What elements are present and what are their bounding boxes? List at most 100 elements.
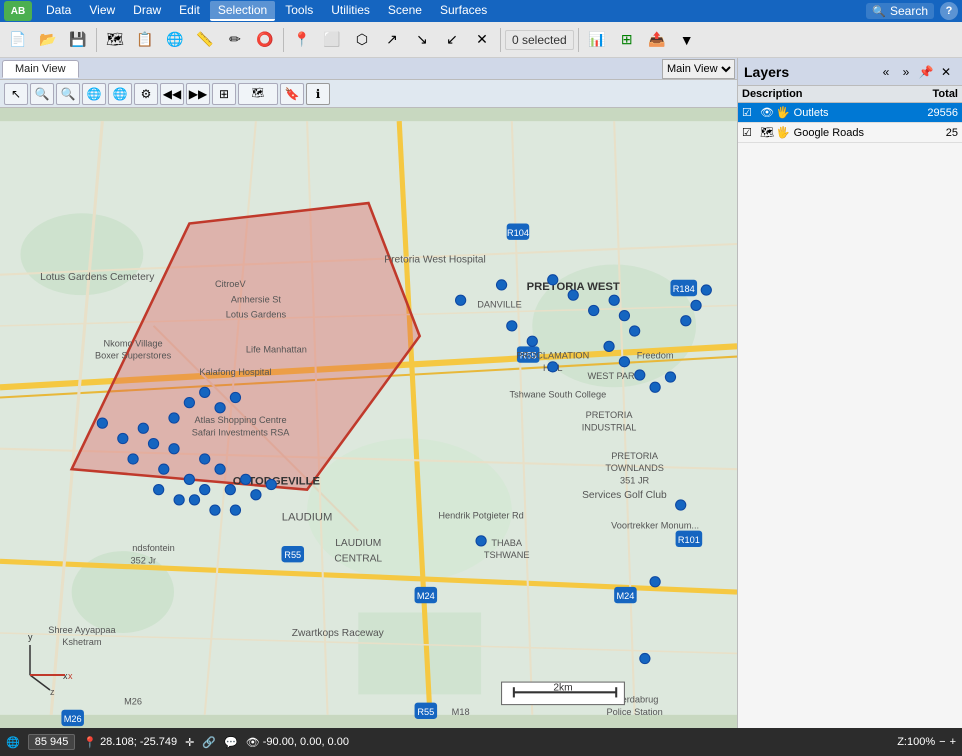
layers-nav-fwd[interactable]: » — [896, 62, 916, 82]
tab-main-view[interactable]: Main View — [2, 60, 79, 78]
svg-text:THABA: THABA — [491, 538, 523, 548]
layer-name-google-roads: Google Roads — [794, 127, 908, 139]
toolbar-export[interactable]: 📤 — [643, 26, 671, 54]
layers-pin[interactable]: 📌 — [916, 62, 936, 82]
map-zoom-in-plus[interactable]: 🔍 — [30, 83, 54, 105]
toolbar-sep-3 — [500, 28, 501, 52]
svg-text:Amhersie St: Amhersie St — [231, 294, 282, 304]
toolbar-open[interactable]: 📂 — [34, 26, 62, 54]
layer-hand-icon: 🖐 — [776, 106, 790, 119]
map-layer-control[interactable]: 🗺 — [238, 83, 278, 105]
menu-bar: AB Data View Draw Edit Selection Tools U… — [0, 0, 962, 22]
map-globe[interactable]: 🌐 — [82, 83, 106, 105]
svg-text:M24: M24 — [417, 591, 435, 601]
svg-text:Atlas Shopping Centre: Atlas Shopping Centre — [195, 415, 287, 425]
svg-text:Nkomo Village: Nkomo Village — [103, 338, 162, 348]
toolbar-measure[interactable]: 📏 — [191, 26, 219, 54]
layers-title: Layers — [744, 64, 876, 80]
svg-text:z: z — [50, 687, 55, 695]
svg-text:Zwartkops Raceway: Zwartkops Raceway — [292, 628, 385, 639]
toolbar-table[interactable]: 📊 — [583, 26, 611, 54]
toolbar-dropdown[interactable]: ▼ — [673, 26, 701, 54]
svg-text:CENTRAL: CENTRAL — [334, 553, 382, 564]
layer-name-outlets: Outlets — [794, 107, 908, 119]
map-grid[interactable]: ⊞ — [212, 83, 236, 105]
view-tab-end: Main View — [662, 59, 735, 79]
toolbar-pin[interactable]: 📍 — [288, 26, 316, 54]
svg-text:R55: R55 — [284, 550, 301, 560]
toolbar-excel[interactable]: ⊞ — [613, 26, 641, 54]
svg-text:LAUDIUM: LAUDIUM — [282, 511, 333, 523]
help-button[interactable]: ? — [940, 2, 958, 20]
svg-text:Police Station: Police Station — [606, 707, 662, 717]
map-info[interactable]: ℹ — [306, 83, 330, 105]
toolbar-save[interactable]: 💾 — [64, 26, 92, 54]
map-arrow-tool[interactable]: ↖ — [4, 83, 28, 105]
map-back[interactable]: ◀◀ — [160, 83, 184, 105]
layer-row-google-roads[interactable]: ☑ 🗺 🖐 Google Roads 25 — [738, 123, 962, 143]
layer-row-outlets[interactable]: ☑ 👁 🖐 Outlets 29556 — [738, 103, 962, 123]
svg-text:Services Golf Club: Services Golf Club — [582, 490, 667, 501]
map-toolbar: ↖ 🔍 🔍 🌐 🌐 ⚙ ◀◀ ▶▶ ⊞ 🗺 🔖 ℹ — [0, 80, 737, 108]
toolbar-pen[interactable]: ✏ — [221, 26, 249, 54]
layers-nav-back[interactable]: « — [876, 62, 896, 82]
toolbar-rect-select[interactable]: ⬜ — [318, 26, 346, 54]
menu-scene[interactable]: Scene — [380, 1, 430, 21]
svg-text:M26: M26 — [64, 714, 82, 724]
map-globe2[interactable]: 🌐 — [108, 83, 132, 105]
toolbar-cancel[interactable]: ✕ — [468, 26, 496, 54]
menu-items: Data View Draw Edit Selection Tools Util… — [38, 1, 866, 21]
layer-checkbox-google-roads[interactable]: ☑ — [742, 126, 758, 139]
map-bookmark[interactable]: 🔖 — [280, 83, 304, 105]
toolbar-sep-1 — [96, 28, 97, 52]
svg-text:R55: R55 — [417, 707, 434, 717]
status-record-count[interactable]: 85 945 — [28, 734, 76, 750]
menu-draw[interactable]: Draw — [125, 1, 169, 21]
svg-text:R104: R104 — [507, 228, 529, 238]
layer-count-google-roads: 25 — [908, 127, 958, 139]
toolbar-layer[interactable]: 📋 — [131, 26, 159, 54]
map-settings[interactable]: ⚙ — [134, 83, 158, 105]
status-other-coords: -90.00, 0.00, 0.00 — [263, 736, 349, 748]
view-selector[interactable]: Main View — [662, 59, 735, 79]
toolbar-select3[interactable]: ↙ — [438, 26, 466, 54]
status-zoom-out-btn[interactable]: − — [939, 736, 945, 748]
toolbar-map[interactable]: 🗺 — [101, 26, 129, 54]
layers-panel: Layers « » 📌 ✕ Description Total ☑ 👁 🖐 O… — [737, 58, 962, 728]
toolbar-select2[interactable]: ↘ — [408, 26, 436, 54]
toolbar-circle[interactable]: ⭕ — [251, 26, 279, 54]
toolbar-select1[interactable]: ↗ — [378, 26, 406, 54]
menu-selection[interactable]: Selection — [210, 1, 275, 21]
layer-icons-google-roads: 🗺 🖐 — [760, 126, 790, 139]
toolbar-new[interactable]: 📄 — [4, 26, 32, 54]
svg-text:Hendrik Potgieter Rd: Hendrik Potgieter Rd — [438, 510, 523, 520]
toolbar-poly-select[interactable]: ⬡ — [348, 26, 376, 54]
col-total: Total — [908, 88, 958, 100]
menu-tools[interactable]: Tools — [277, 1, 321, 21]
layers-header: Layers « » 📌 ✕ — [738, 58, 962, 86]
layer-checkbox-outlets[interactable]: ☑ — [742, 106, 758, 119]
svg-text:2km: 2km — [553, 682, 572, 693]
status-bar-right: Z:100% − + — [897, 736, 956, 748]
map-area[interactable]: R104 R55 R55 R55 R184 R101 M26 M24 M24 — [0, 108, 737, 728]
svg-text:Lotus Gardens: Lotus Gardens — [226, 310, 287, 320]
compass: y x z x — [20, 625, 100, 698]
svg-text:M24: M24 — [616, 591, 634, 601]
svg-text:INDUSTRIAL: INDUSTRIAL — [582, 422, 637, 432]
menu-edit[interactable]: Edit — [171, 1, 208, 21]
map-forward[interactable]: ▶▶ — [186, 83, 210, 105]
map-zoom-out[interactable]: 🔍 — [56, 83, 80, 105]
menu-utilities[interactable]: Utilities — [323, 1, 378, 21]
menu-surfaces[interactable]: Surfaces — [432, 1, 495, 21]
menu-data[interactable]: Data — [38, 1, 79, 21]
status-zoom-in-btn[interactable]: + — [950, 736, 956, 748]
status-crosshair: ✛ — [185, 736, 194, 749]
menu-view[interactable]: View — [81, 1, 123, 21]
svg-text:PROCLAMATION: PROCLAMATION — [516, 351, 589, 361]
status-globe-icon: 🌐 — [6, 736, 20, 749]
svg-text:Tshwane South College: Tshwane South College — [510, 390, 607, 400]
toolbar-imagery[interactable]: 🌐 — [161, 26, 189, 54]
layers-close[interactable]: ✕ — [936, 62, 956, 82]
svg-text:R101: R101 — [678, 535, 700, 545]
svg-text:x: x — [68, 671, 73, 681]
